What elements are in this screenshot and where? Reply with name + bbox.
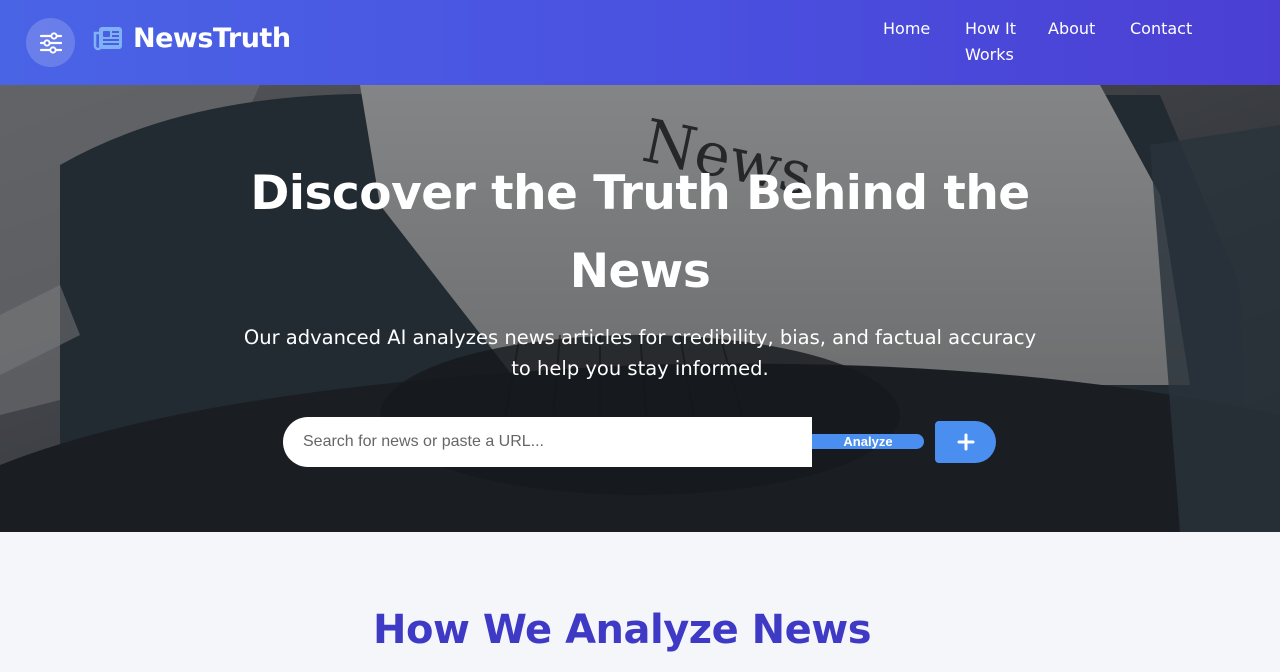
- hero-section: News Discover the Truth Behind the News …: [0, 85, 1280, 532]
- nav-link-contact[interactable]: Contact: [1130, 16, 1192, 68]
- plus-icon: [957, 433, 974, 451]
- search-input[interactable]: [283, 417, 812, 467]
- nav-link-how-it-works[interactable]: How It Works: [965, 16, 1017, 68]
- main-nav: Home How It Works About Contact: [883, 16, 1192, 68]
- brand-name: NewsTruth: [133, 22, 291, 54]
- brand-logo[interactable]: NewsTruth: [92, 22, 291, 54]
- hero-subtitle-line-2: to help you stay informed.: [511, 357, 769, 380]
- hero-subtitle-line-1: Our advanced AI analyzes news articles f…: [243, 326, 1037, 349]
- menu-toggle-button[interactable]: [26, 18, 75, 67]
- hero-title-line-1: Discover the Truth Behind the: [250, 166, 1030, 221]
- nav-link-about[interactable]: About: [1048, 16, 1130, 68]
- hero-subtitle: Our advanced AI analyzes news articles f…: [0, 322, 1280, 384]
- newspaper-icon: [93, 27, 122, 51]
- hero-title-line-2: News: [569, 244, 711, 299]
- nav-link-home[interactable]: Home: [883, 16, 965, 68]
- site-header: NewsTruth Home How It Works About Contac…: [0, 0, 1280, 85]
- hero-title: Discover the Truth Behind the News: [0, 155, 1280, 311]
- section-title-how-we-analyze: How We Analyze News: [373, 607, 872, 653]
- analyze-button[interactable]: Analyze: [812, 434, 924, 449]
- add-button[interactable]: [935, 421, 996, 463]
- sliders-icon: [39, 31, 62, 54]
